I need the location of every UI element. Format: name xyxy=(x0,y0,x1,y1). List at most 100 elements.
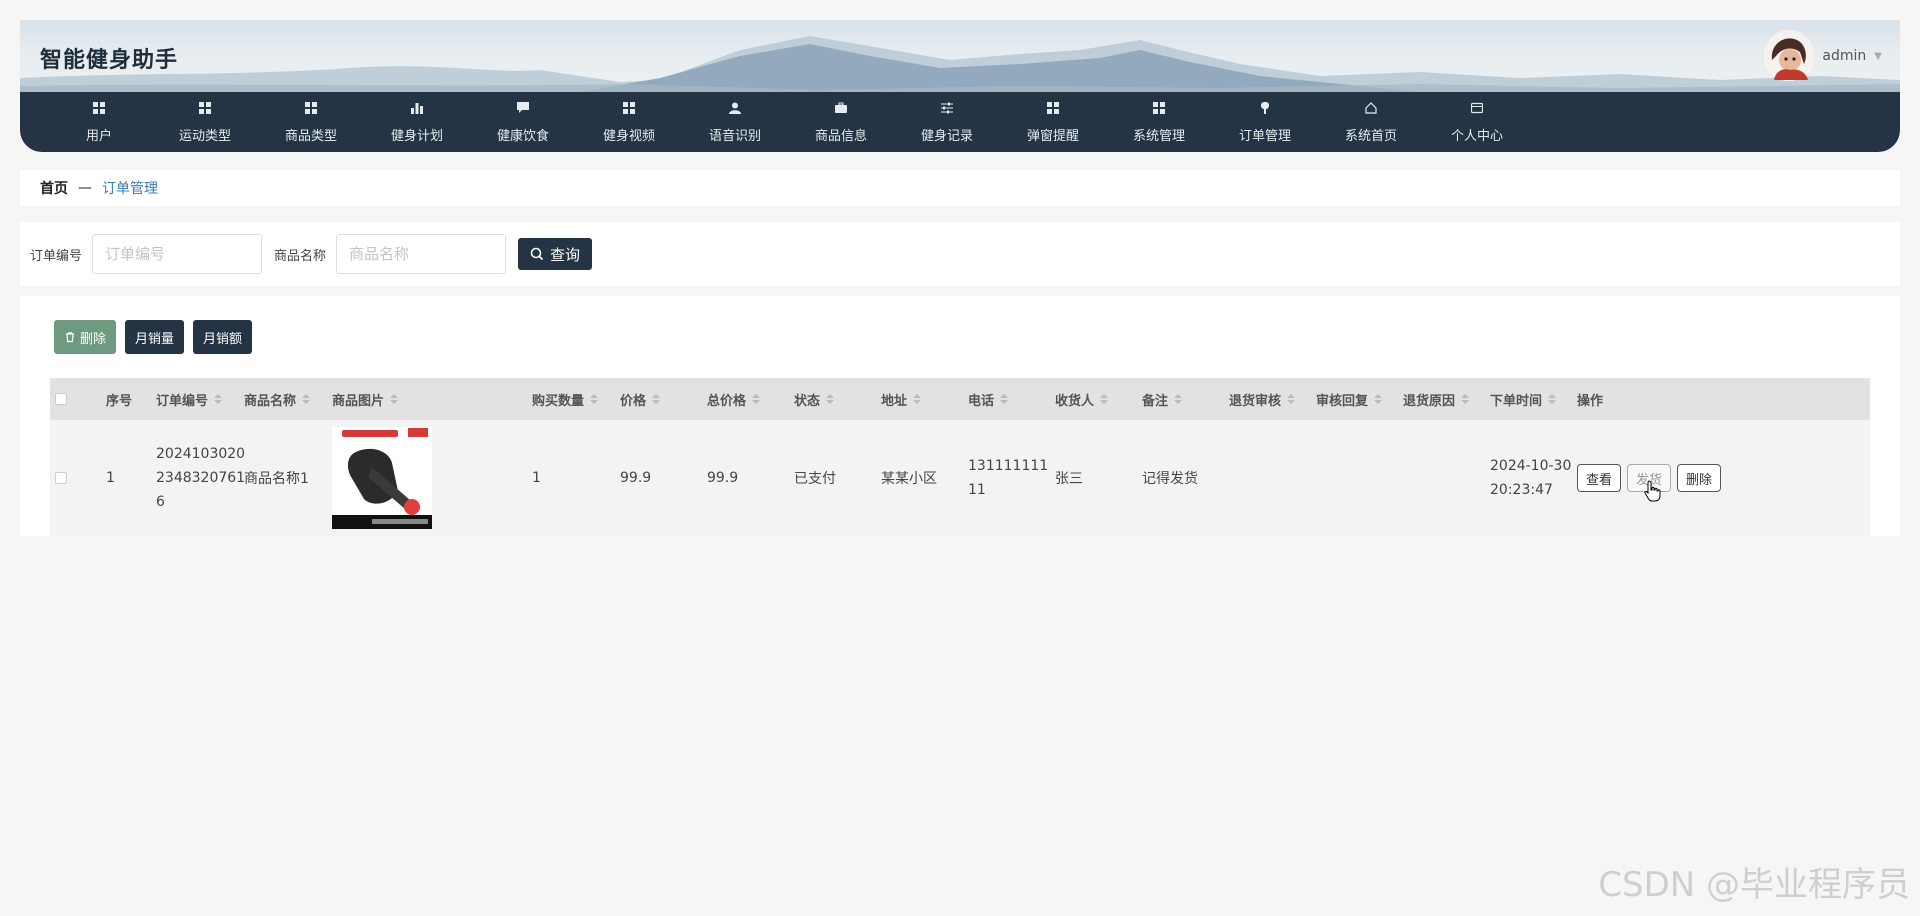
nav-item-label: 健身计划 xyxy=(390,128,443,144)
nav-item-11[interactable]: 订单管理 xyxy=(1212,92,1318,152)
column-header-label: 下单时间 xyxy=(1490,393,1543,409)
cell-price: 99.9 xyxy=(620,470,652,486)
column-header[interactable]: 价格 xyxy=(620,390,707,409)
sort-icon[interactable] xyxy=(1100,393,1109,405)
sort-icon[interactable] xyxy=(1174,393,1183,405)
column-header[interactable]: 状态 xyxy=(794,390,881,409)
sort-icon[interactable] xyxy=(302,393,311,405)
trash-icon xyxy=(66,332,74,343)
column-header[interactable]: 收货人 xyxy=(1055,390,1142,409)
card-icon xyxy=(1470,101,1484,115)
column-header[interactable]: 退货原因 xyxy=(1403,390,1490,409)
grid-icon xyxy=(1152,101,1166,115)
delete-row-button[interactable]: 删除 xyxy=(1677,464,1722,492)
monthly-revenue-button[interactable]: 月销额 xyxy=(193,320,253,354)
column-header[interactable]: 下单时间 xyxy=(1490,390,1577,409)
nav-item-1[interactable]: 运动类型 xyxy=(152,92,258,152)
sort-icon[interactable] xyxy=(390,393,399,405)
column-header[interactable]: 订单编号 xyxy=(156,390,244,409)
order-no-input[interactable] xyxy=(92,234,263,274)
grid-icon xyxy=(304,101,318,115)
column-header-label: 退货审核 xyxy=(1229,393,1282,409)
nav-item-label: 个人中心 xyxy=(1450,128,1503,144)
breadcrumb-home[interactable]: 首页 xyxy=(40,178,68,198)
nav-item-10[interactable]: 系统管理 xyxy=(1106,92,1212,152)
order-no-line: 6 xyxy=(156,494,165,510)
order-no-label: 订单编号 xyxy=(30,248,83,264)
cell-receiver: 张三 xyxy=(1055,471,1083,487)
select-all-checkbox[interactable] xyxy=(55,393,67,405)
bulk-delete-button[interactable]: 删除 xyxy=(54,320,117,354)
popsicle-icon xyxy=(1258,101,1272,115)
sort-icon[interactable] xyxy=(1287,393,1296,405)
nav-item-0[interactable]: 用户 xyxy=(46,92,152,152)
cell-product-name: 商品名称1 xyxy=(244,471,309,487)
orders-table: 序号 订单编号 商品名称 商品图片 购买数量 价格 总价格 状态 地址 电话 收货人 备注 退货审核 审核… xyxy=(50,378,1870,536)
username[interactable]: admin xyxy=(1822,48,1866,64)
monthly-sales-button[interactable]: 月销量 xyxy=(125,320,185,354)
column-header[interactable]: 地址 xyxy=(881,390,968,409)
column-header[interactable]: 审核回复 xyxy=(1316,390,1403,409)
grid-icon xyxy=(622,101,636,115)
nav-item-2[interactable]: 商品类型 xyxy=(258,92,364,152)
sort-icon[interactable] xyxy=(1000,393,1009,405)
phone-line: 11 xyxy=(968,482,986,498)
nav-item-7[interactable]: 商品信息 xyxy=(788,92,894,152)
nav-item-3[interactable]: 健身计划 xyxy=(364,92,470,152)
column-header-label: 总价格 xyxy=(707,393,747,409)
column-header[interactable]: 购买数量 xyxy=(532,390,620,409)
avatar[interactable] xyxy=(1764,30,1815,81)
sort-icon[interactable] xyxy=(1374,393,1383,405)
briefcase-icon xyxy=(834,101,848,115)
column-header[interactable]: 商品名称 xyxy=(244,390,332,409)
user-icon xyxy=(728,101,742,115)
cell-total: 99.9 xyxy=(707,470,739,486)
row-checkbox[interactable] xyxy=(55,472,67,484)
user-menu[interactable]: admin ▼ xyxy=(1764,30,1882,82)
cell-order-no: 2024103020 2348320761 6 xyxy=(156,442,246,514)
column-header[interactable]: 商品图片 xyxy=(332,390,532,409)
table-row: 1 2024103020 2348320761 6 商品名称1 1 99.9 9… xyxy=(50,420,1870,536)
cell-remark: 记得发货 xyxy=(1142,471,1198,487)
sort-icon[interactable] xyxy=(826,393,835,405)
sort-icon[interactable] xyxy=(590,393,599,405)
nav-item-label: 系统首页 xyxy=(1344,128,1397,144)
column-header[interactable]: 备注 xyxy=(1142,390,1229,409)
sort-icon[interactable] xyxy=(913,393,922,405)
order-no-line: 2348320761 xyxy=(156,470,246,486)
column-header[interactable]: 总价格 xyxy=(707,390,794,409)
search-form: 订单编号 商品名称 查询 xyxy=(20,222,1900,286)
home-icon xyxy=(1364,101,1378,115)
column-header[interactable]: 电话 xyxy=(968,390,1055,409)
nav-item-4[interactable]: 健康饮食 xyxy=(470,92,576,152)
nav-item-13[interactable]: 个人中心 xyxy=(1424,92,1530,152)
column-header-label: 订单编号 xyxy=(156,393,209,409)
cell-product-image xyxy=(332,427,532,529)
toolbar: 删除 月销量 月销额 xyxy=(54,320,253,354)
view-button[interactable]: 查看 xyxy=(1577,464,1622,492)
sort-icon[interactable] xyxy=(652,393,661,405)
chat-icon xyxy=(516,101,530,115)
query-button[interactable]: 查询 xyxy=(518,238,593,270)
nav-item-label: 订单管理 xyxy=(1238,128,1291,144)
chevron-down-icon[interactable]: ▼ xyxy=(1874,51,1882,62)
column-header-label: 收货人 xyxy=(1055,393,1095,409)
product-name-input[interactable] xyxy=(336,234,507,274)
nav-item-label: 运动类型 xyxy=(178,128,231,144)
nav-item-12[interactable]: 系统首页 xyxy=(1318,92,1424,152)
nav-item-5[interactable]: 健身视频 xyxy=(576,92,682,152)
nav-item-8[interactable]: 健身记录 xyxy=(894,92,1000,152)
sort-icon[interactable] xyxy=(214,393,223,405)
cell-quantity: 1 xyxy=(532,470,541,486)
nav-item-6[interactable]: 语音识别 xyxy=(682,92,788,152)
table-header: 序号 订单编号 商品名称 商品图片 购买数量 价格 总价格 状态 地址 电话 收货人 备注 退货审核 审核… xyxy=(50,378,1870,420)
nav-item-9[interactable]: 弹窗提醒 xyxy=(1000,92,1106,152)
column-header[interactable]: 退货审核 xyxy=(1229,390,1316,409)
sort-icon[interactable] xyxy=(752,393,761,405)
breadcrumb: 首页 — 订单管理 xyxy=(20,170,1900,206)
header-banner: 智能健身助手 admin ▼ xyxy=(20,20,1900,92)
sort-icon[interactable] xyxy=(1548,393,1557,405)
hand-cursor-icon xyxy=(1644,480,1661,502)
sort-icon[interactable] xyxy=(1461,393,1470,405)
column-header: 序号 xyxy=(106,390,156,409)
